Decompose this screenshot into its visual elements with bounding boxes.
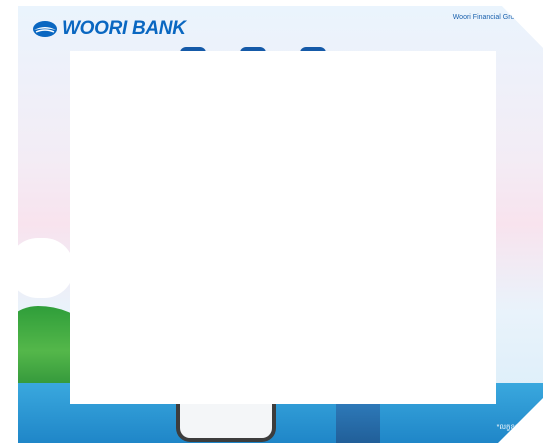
logo-text: WOORI BANK <box>62 18 186 39</box>
woori-bank-logo: WOORI BANK <box>32 18 186 40</box>
cloud-shape <box>18 238 74 298</box>
overlay-corner-bottom-right <box>496 395 546 445</box>
person-illustration <box>336 404 380 443</box>
overlay-corner-top-right <box>496 0 546 51</box>
woori-logo-icon <box>33 21 57 37</box>
page: WOORI BANK Woori Financial Group, Kor *ល… <box>0 0 552 445</box>
phone-illustration <box>176 404 276 442</box>
popup-overlay[interactable] <box>70 51 496 404</box>
